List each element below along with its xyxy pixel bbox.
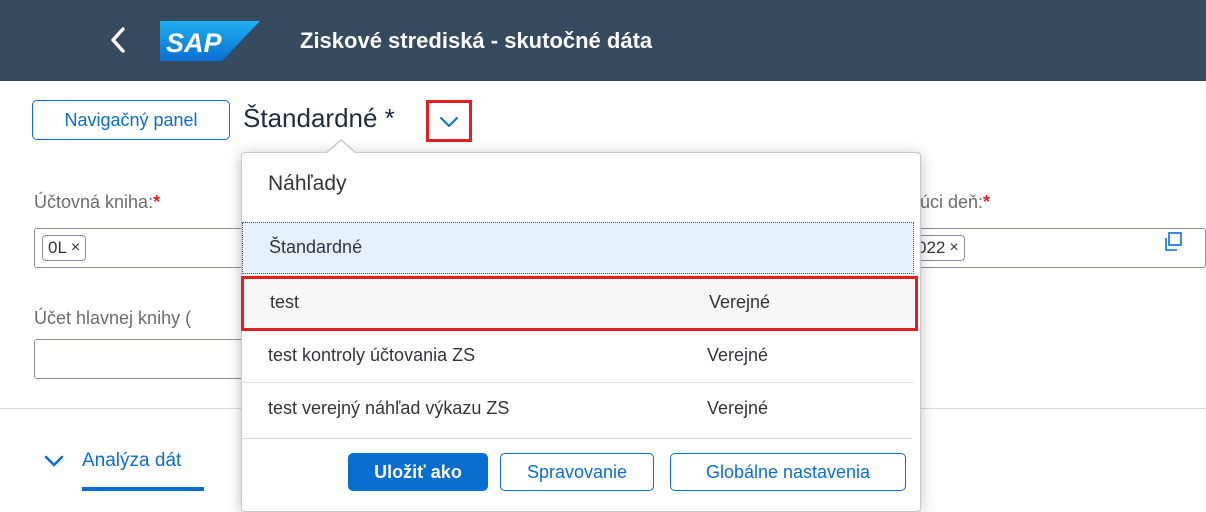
variant-item-public-report[interactable]: test verejný náhľad výkazu ZS Verejné: [242, 383, 914, 437]
back-icon[interactable]: [104, 20, 132, 60]
variant-name: test verejný náhľad výkazu ZS: [268, 398, 510, 418]
manage-button[interactable]: Spravovanie: [500, 453, 654, 491]
ledger-token[interactable]: 0L ×: [42, 235, 87, 261]
popover-title: Náhľady: [268, 172, 347, 195]
sap-logo: SAP: [160, 21, 260, 61]
variant-item-test[interactable]: test Verejné: [241, 276, 918, 331]
gl-account-label: Účet hlavnej knihy (: [34, 308, 192, 328]
variant-share: Verejné: [707, 345, 769, 365]
ledger-label: Účtovná kniha:*: [34, 192, 161, 212]
svg-text:SAP: SAP: [166, 28, 223, 58]
variant-dropdown-button[interactable]: [426, 100, 472, 142]
chevron-down-icon: [44, 455, 64, 467]
variant-share: Verejné: [709, 292, 771, 312]
variant-item-standard[interactable]: Štandardné: [242, 222, 914, 274]
token-remove-icon[interactable]: ×: [71, 239, 80, 257]
variant-share: Verejné: [707, 398, 769, 418]
variant-item-posting-check[interactable]: test kontroly účtovania ZS Verejné: [242, 331, 914, 383]
app-title: Ziskové strediská - skutočné dáta: [300, 28, 653, 53]
navigation-panel-button[interactable]: Navigačný panel: [32, 100, 230, 140]
popover-footer-separator: [242, 438, 912, 439]
tab-label: Analýza dát: [82, 450, 182, 471]
value-help-icon[interactable]: [1162, 231, 1184, 258]
chevron-down-icon: [440, 117, 458, 128]
variant-name: Štandardné: [269, 237, 363, 257]
shell-bar: SAP Ziskové strediská - skutočné dáta: [0, 0, 1206, 81]
variant-title[interactable]: Štandardné *: [243, 101, 395, 135]
tab-data-analysis[interactable]: Analýza dát: [44, 450, 181, 490]
required-marker: *: [153, 192, 161, 212]
token-remove-icon[interactable]: ×: [949, 239, 958, 257]
variant-name: test: [270, 292, 300, 312]
gl-account-field[interactable]: [34, 339, 274, 379]
global-settings-button[interactable]: Globálne nastavenia: [670, 453, 906, 491]
save-as-button[interactable]: Uložiť ako: [348, 453, 488, 491]
day-label: júci deň:*: [916, 192, 991, 212]
tab-underline: [82, 487, 204, 491]
variant-name: test kontroly účtovania ZS: [268, 345, 476, 365]
